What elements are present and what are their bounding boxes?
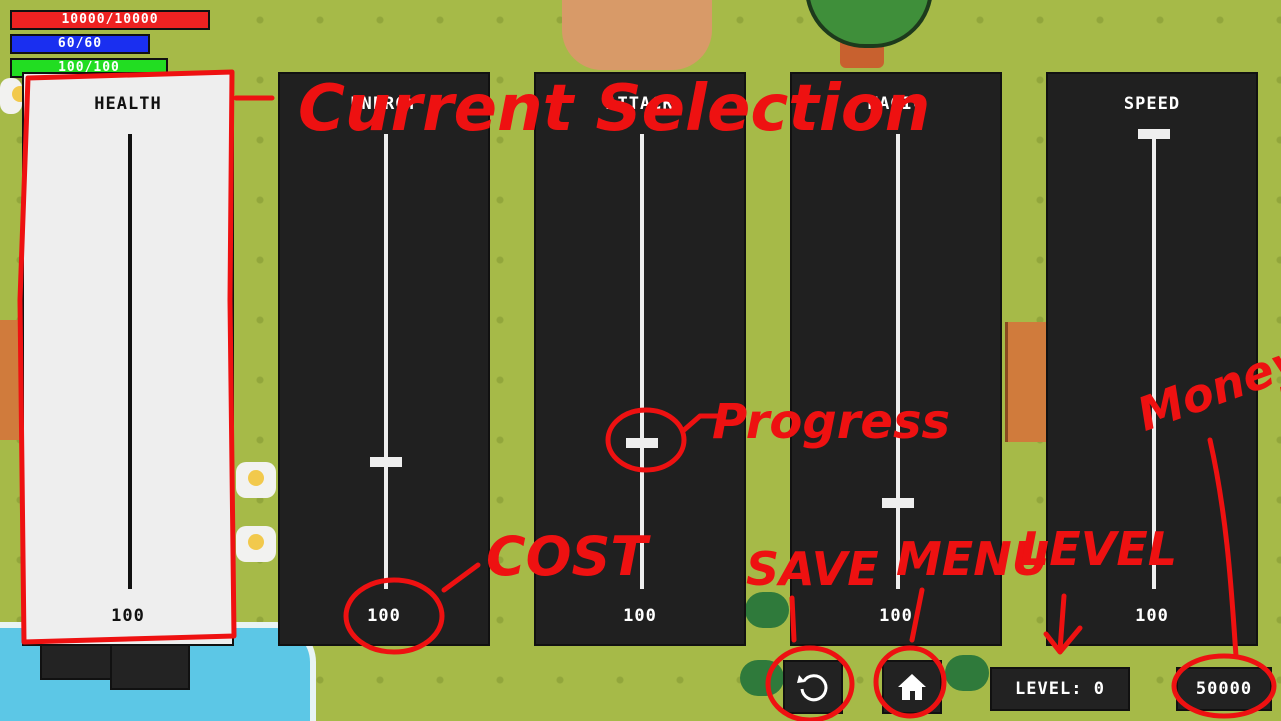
level-display: LEVEL: 0 — [990, 667, 1130, 711]
upgrade-cost: 100 — [623, 606, 657, 626]
upgrade-cost: 100 — [111, 606, 145, 626]
upgrade-cost: 100 — [367, 606, 401, 626]
dirt-path — [562, 0, 712, 70]
log-left — [0, 320, 22, 440]
upgrade-cost: 100 — [879, 606, 913, 626]
upgrade-title: ATTACK — [606, 94, 674, 114]
inventory-slot — [40, 640, 116, 680]
upgrade-card-speed[interactable]: SPEED 100 — [1046, 72, 1258, 646]
home-icon — [898, 674, 926, 700]
upgrade-cost: 100 — [1135, 606, 1169, 626]
upgrade-title: ENERGY — [350, 94, 418, 114]
progress-knob[interactable] — [1138, 129, 1170, 139]
health-bar: 10000/10000 — [10, 10, 210, 30]
progress-knob[interactable] — [882, 497, 914, 508]
mana-bar-text: 60/60 — [57, 36, 103, 51]
upgrade-title: HEALTH — [94, 94, 162, 114]
mana-bar: 60/60 — [10, 34, 150, 54]
bush — [745, 592, 789, 628]
menu-button[interactable] — [882, 660, 942, 714]
flower-icon — [236, 526, 276, 562]
rotate-icon — [797, 674, 828, 702]
bush — [945, 655, 989, 691]
progress-knob[interactable] — [370, 456, 402, 467]
progress-knob[interactable] — [626, 438, 658, 449]
progress-track — [384, 134, 388, 589]
upgrade-card-health[interactable]: HEALTH 100 — [22, 72, 234, 646]
health-bar-text: 10000/10000 — [61, 12, 159, 27]
inventory-slot — [110, 640, 190, 690]
upgrade-card-energy[interactable]: ENERGY 100 — [278, 72, 490, 646]
progress-track — [896, 134, 900, 589]
money-display: 50000 — [1176, 667, 1272, 711]
upgrade-card-magic[interactable]: MAGIC 100 — [790, 72, 1002, 646]
tree-canopy — [805, 0, 933, 48]
upgrade-title: MAGIC — [867, 94, 925, 114]
log-right — [1005, 322, 1051, 442]
progress-track — [1152, 134, 1156, 589]
upgrade-card-attack[interactable]: ATTACK 100 — [534, 72, 746, 646]
flower-icon — [236, 462, 276, 498]
save-button[interactable] — [783, 660, 843, 714]
progress-track — [128, 134, 132, 589]
bush — [740, 660, 784, 696]
flower-icon — [0, 78, 28, 114]
upgrade-title: SPEED — [1123, 94, 1181, 114]
progress-track — [640, 134, 644, 589]
